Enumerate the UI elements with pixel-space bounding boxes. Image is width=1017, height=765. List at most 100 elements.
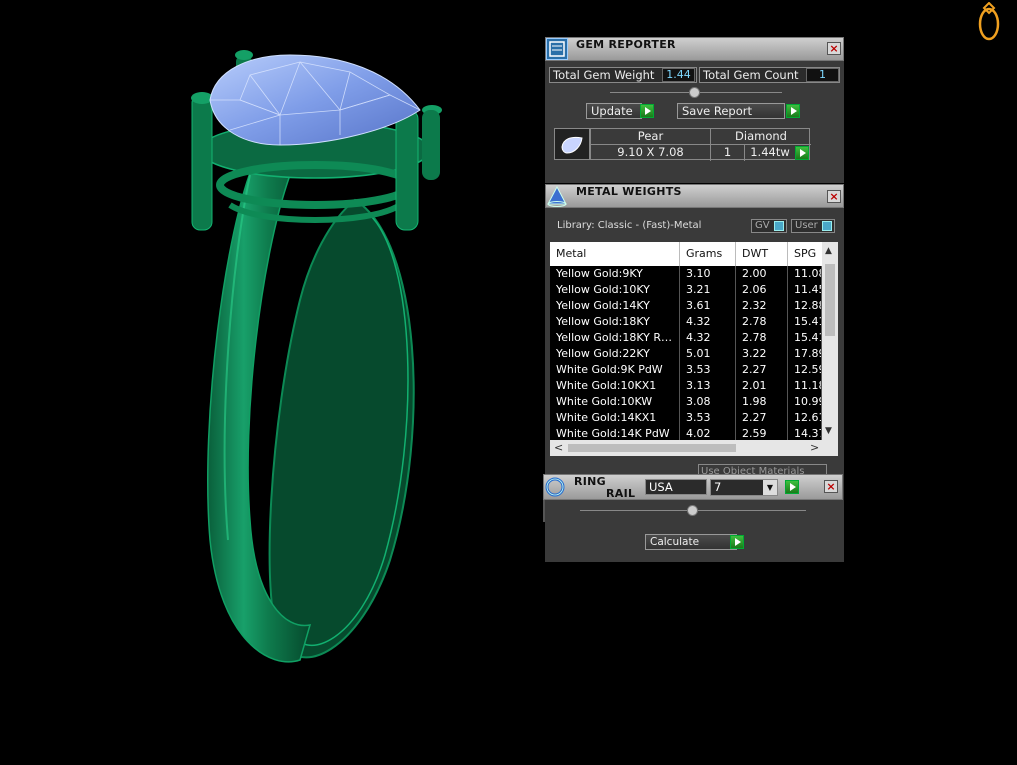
update-button[interactable]: Update <box>586 103 642 119</box>
metal-cell: Yellow Gold:10KY <box>550 282 680 298</box>
library-label: Library: Classic - (Fast)-Metal <box>557 220 702 231</box>
dwt-cell: 2.27 <box>736 410 788 426</box>
spg-cell: 14.37 <box>788 426 822 440</box>
spg-cell: 10.99 <box>788 394 822 410</box>
grams-cell: 4.32 <box>680 314 736 330</box>
total-gem-count-label: Total Gem Count <box>703 68 799 82</box>
grams-cell: 4.32 <box>680 330 736 346</box>
metal-cell: Yellow Gold:14KY <box>550 298 680 314</box>
dwt-cell: 3.22 <box>736 346 788 362</box>
dwt-cell: 2.78 <box>736 314 788 330</box>
gv-toggle[interactable]: GV <box>751 219 787 233</box>
ring-rail-close-icon[interactable]: × <box>824 480 838 493</box>
metal-cell: Yellow Gold:9KY <box>550 266 680 282</box>
scroll-up-icon[interactable]: ▲ <box>825 246 832 256</box>
grams-cell: 3.10 <box>680 266 736 282</box>
grams-cell: 3.08 <box>680 394 736 410</box>
grams-cell: 3.61 <box>680 298 736 314</box>
metal-weights-table[interactable]: Metal Grams DWT SPG Yellow Gold:9KY 3.10 2… <box>550 242 822 440</box>
app-logo-icon <box>976 1 1002 42</box>
dwt-cell: 2.27 <box>736 362 788 378</box>
table-row[interactable]: Yellow Gold:9KY3.102.0011.08 <box>550 266 822 282</box>
table-row[interactable]: White Gold:14K PdW4.022.5914.37 <box>550 426 822 440</box>
spg-cell: 15.41 <box>788 314 822 330</box>
table-row[interactable]: Yellow Gold:18KY4.322.7815.41 <box>550 314 822 330</box>
total-gem-weight-field: Total Gem Weight 1.44 <box>549 67 697 83</box>
size-standard-input[interactable]: USA <box>645 479 707 495</box>
grams-cell: 3.21 <box>680 282 736 298</box>
spg-cell: 11.08 <box>788 266 822 282</box>
horizontal-scroll-thumb[interactable] <box>568 444 736 452</box>
grams-cell: 3.53 <box>680 410 736 426</box>
ring-rail-go-icon[interactable] <box>785 480 799 494</box>
table-row[interactable]: Yellow Gold:22KY5.013.2217.89 <box>550 346 822 362</box>
metal-cell: White Gold:10KW <box>550 394 680 410</box>
table-row[interactable]: White Gold:9K PdW3.532.2712.59 <box>550 362 822 378</box>
ring-model[interactable] <box>0 0 540 762</box>
spg-cell: 12.61 <box>788 410 822 426</box>
ring-rail-icon <box>544 476 566 498</box>
metal-cell: Yellow Gold:18KY <box>550 314 680 330</box>
metal-cell: White Gold:14K PdW <box>550 426 680 440</box>
dwt-cell: 2.06 <box>736 282 788 298</box>
chevron-down-icon[interactable]: ▼ <box>763 480 777 495</box>
metal-cell: White Gold:9K PdW <box>550 362 680 378</box>
spg-cell: 11.45 <box>788 282 822 298</box>
ring-size-value: 7 <box>714 480 722 494</box>
gem-reporter-icon <box>546 38 568 60</box>
dwt-cell: 2.59 <box>736 426 788 440</box>
dwt-cell: 2.32 <box>736 298 788 314</box>
metal-weights-titlebar[interactable]: METAL WEIGHTS × <box>545 184 844 208</box>
table-row[interactable]: Yellow Gold:18KY R…4.322.7815.41 <box>550 330 822 346</box>
metal-cell: Yellow Gold:18KY R… <box>550 330 680 346</box>
gem-reporter-close-icon[interactable]: × <box>827 42 841 55</box>
dwt-cell: 2.00 <box>736 266 788 282</box>
metal-weights-icon <box>546 185 568 207</box>
calculate-go-icon[interactable] <box>730 535 744 549</box>
vertical-scroll-thumb[interactable] <box>825 264 835 336</box>
gem-reporter-titlebar[interactable]: GEM REPORTER × <box>545 37 844 61</box>
table-row[interactable]: White Gold:10KW3.081.9810.99 <box>550 394 822 410</box>
save-report-go-icon[interactable] <box>786 104 800 118</box>
ring-rail-collapse-handle[interactable] <box>687 505 698 516</box>
3d-viewport[interactable] <box>0 0 540 762</box>
gem-reporter-title: GEM REPORTER <box>576 38 676 51</box>
table-row[interactable]: White Gold:14KX13.532.2712.61 <box>550 410 822 426</box>
scroll-left-icon[interactable]: < <box>554 441 563 454</box>
ring-rail-titlebar[interactable]: RING RAIL USA 7 ▼ × <box>543 474 843 500</box>
table-row[interactable]: White Gold:10KX13.132.0111.18 <box>550 378 822 394</box>
gem-material: Diamond <box>711 129 811 145</box>
metal-cell: Yellow Gold:22KY <box>550 346 680 362</box>
total-gem-weight-value: 1.44 <box>662 68 695 82</box>
column-header-dwt[interactable]: DWT <box>736 242 788 266</box>
table-row[interactable]: Yellow Gold:10KY3.212.0611.45 <box>550 282 822 298</box>
table-header: Metal Grams DWT SPG <box>550 242 822 266</box>
gv-toggle-knob <box>774 221 784 231</box>
user-toggle[interactable]: User <box>791 219 835 233</box>
update-go-icon[interactable] <box>640 104 654 118</box>
gem-reporter-collapse-handle[interactable] <box>689 87 700 98</box>
column-header-spg[interactable]: SPG <box>788 242 822 266</box>
metal-weights-close-icon[interactable]: × <box>827 190 841 203</box>
total-gem-count-field: Total Gem Count 1 <box>699 67 840 83</box>
column-header-metal[interactable]: Metal <box>550 242 680 266</box>
total-gem-count-value: 1 <box>806 68 839 82</box>
spg-cell: 17.89 <box>788 346 822 362</box>
dwt-cell: 1.98 <box>736 394 788 410</box>
scroll-right-icon[interactable]: > <box>810 441 819 454</box>
table-vertical-scrollbar[interactable]: ▲ ▼ <box>822 242 838 440</box>
ring-size-select[interactable]: 7 ▼ <box>710 479 778 496</box>
column-header-grams[interactable]: Grams <box>680 242 736 266</box>
gem-table[interactable]: Pear Diamond 9.10 X 7.08 1 1.44tw <box>590 128 811 161</box>
gem-row-go-icon[interactable] <box>795 146 809 160</box>
use-object-materials-field[interactable]: Use Object Materials <box>698 464 827 474</box>
table-row[interactable]: Yellow Gold:14KY3.612.3212.88 <box>550 298 822 314</box>
scroll-down-icon[interactable]: ▼ <box>825 426 832 436</box>
spg-cell: 12.59 <box>788 362 822 378</box>
calculate-button[interactable]: Calculate <box>645 534 737 550</box>
save-report-button[interactable]: Save Report <box>677 103 785 119</box>
gem-count: 1 <box>711 145 745 161</box>
spg-cell: 12.88 <box>788 298 822 314</box>
gem-shape: Pear <box>591 129 711 145</box>
table-horizontal-scrollbar[interactable]: < > <box>550 440 838 456</box>
